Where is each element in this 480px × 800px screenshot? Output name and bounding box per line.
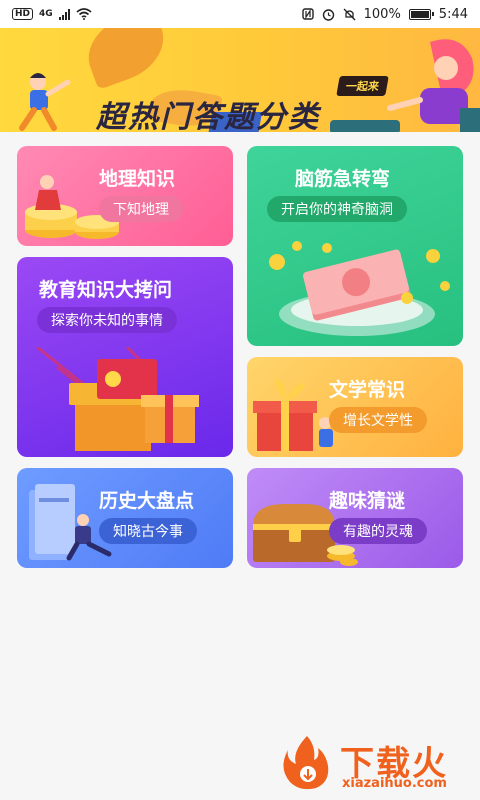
- network-type: 4G: [39, 9, 53, 19]
- money-stack-illustration: [269, 241, 450, 336]
- nfc-icon: [301, 8, 314, 20]
- watermark: 下载火 xiazaihuo.com: [282, 734, 472, 794]
- card-subtitle: 下知地理: [99, 196, 183, 222]
- category-card-riddle[interactable]: 趣味猜谜 有趣的灵魂: [247, 468, 463, 568]
- watermark-url: xiazaihuo.com: [342, 776, 447, 791]
- card-title: 地理知识: [99, 168, 176, 190]
- mute-icon: [343, 8, 356, 20]
- card-title: 文学常识: [329, 379, 406, 401]
- banner-title: 超热门答题分类: [96, 100, 320, 132]
- card-subtitle: 增长文学性: [329, 407, 427, 433]
- category-card-education[interactable]: 教育知识大拷问 探索你未知的事情: [17, 257, 233, 457]
- category-card-literature[interactable]: 文学常识 增长文学性: [247, 357, 463, 457]
- hd-icon: HD: [12, 8, 34, 20]
- category-card-brain-teaser[interactable]: 脑筋急转弯 开启你的神奇脑洞: [247, 146, 463, 346]
- leaf-decoration: [78, 28, 174, 90]
- banner[interactable]: 一起来 超热门答题分类: [0, 28, 480, 132]
- card-subtitle: 有趣的灵魂: [329, 518, 427, 544]
- clock: 5:44: [438, 6, 468, 22]
- category-card-history[interactable]: 历史大盘点 知晓古今事: [17, 468, 233, 568]
- battery-percent: 100%: [363, 6, 401, 22]
- status-bar: HD 4G 100% 5:44: [0, 0, 480, 28]
- card-title: 趣味猜谜: [329, 490, 406, 512]
- wifi-icon: [76, 8, 92, 20]
- gift-box-illustration: [36, 347, 199, 451]
- running-person-illustration: [19, 73, 71, 131]
- card-subtitle: 知晓古今事: [99, 518, 197, 544]
- card-title: 脑筋急转弯: [295, 168, 391, 190]
- card-subtitle: 探索你未知的事情: [37, 307, 177, 333]
- card-title: 历史大盘点: [99, 490, 195, 512]
- signal-icon: [58, 8, 70, 20]
- alarm-icon: [322, 8, 334, 21]
- fire-logo-icon: [283, 736, 329, 790]
- card-title: 教育知识大拷问: [39, 279, 173, 301]
- card-subtitle: 开启你的神奇脑洞: [267, 196, 407, 222]
- banner-tag: 一起来: [336, 76, 389, 96]
- battery-icon: [408, 8, 434, 20]
- category-card-geography[interactable]: 地理知识 下知地理: [17, 146, 233, 246]
